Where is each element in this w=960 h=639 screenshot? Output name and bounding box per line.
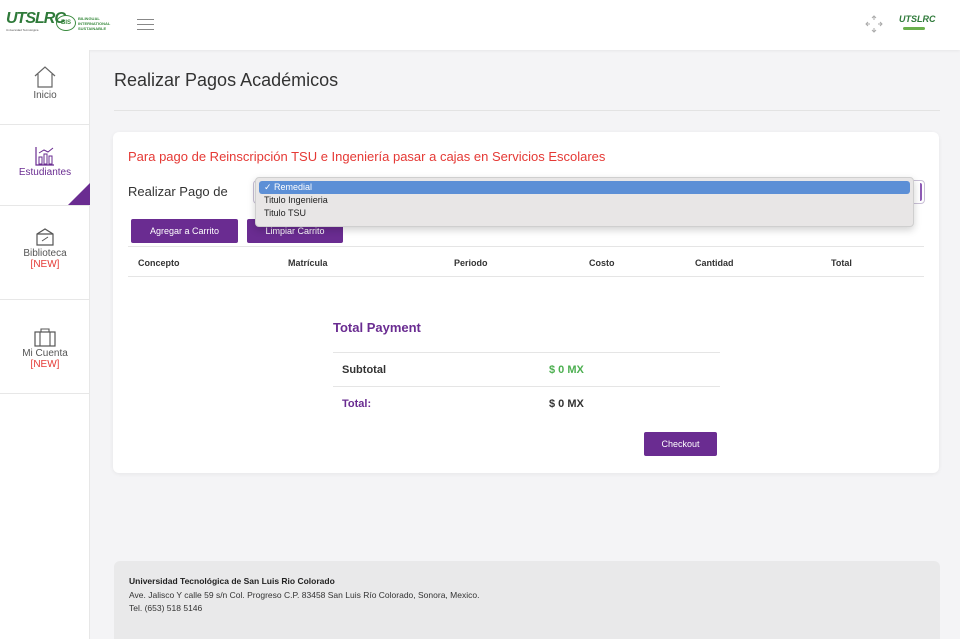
column-header: Cantidad <box>695 258 734 268</box>
dropdown-option-remedial[interactable]: ✓ Remedial <box>259 181 910 194</box>
user-logo-bar <box>903 27 925 30</box>
footer-phone: Tel. (653) 518 5146 <box>129 603 203 613</box>
sidebar-item-label: Estudiantes <box>18 167 72 178</box>
add-to-cart-button[interactable]: Agregar a Carrito <box>131 219 238 243</box>
sidebar-item-biblioteca[interactable]: Biblioteca [NEW] <box>0 206 90 300</box>
top-bar: UTSLRC Universidad Tecnológica BIS BILIN… <box>0 0 960 50</box>
utslrc-logo: UTSLRC Universidad Tecnológica <box>6 10 66 36</box>
footer-university: Universidad Tecnológica de San Luis Rio … <box>129 576 335 586</box>
sidebar-item-mi-cuenta[interactable]: Mi Cuenta [NEW] <box>0 300 90 394</box>
sidebar-item-label: Biblioteca <box>23 248 67 259</box>
new-badge: [NEW] <box>30 259 60 270</box>
bis-caption: BILINGUAL INTERNATIONAL SUSTAINABLE <box>78 15 111 31</box>
divider <box>114 110 940 111</box>
sidebar-item-inicio[interactable]: Inicio <box>0 50 90 125</box>
footer-address: Ave. Jalisco Y calle 59 s/n Col. Progres… <box>129 590 480 600</box>
sidebar-item-label: Inicio <box>33 90 57 101</box>
new-badge: [NEW] <box>30 359 60 370</box>
column-header: Matrícula <box>288 258 328 268</box>
select-label: Realizar Pago de <box>128 184 228 199</box>
page-title: Realizar Pagos Académicos <box>114 70 339 90</box>
menu-icon[interactable] <box>137 19 154 31</box>
cart-table-header: Concepto Matrícula Periodo Costo Cantida… <box>128 246 924 277</box>
university-logo[interactable]: UTSLRC Universidad Tecnológica BIS BILIN… <box>6 10 111 36</box>
total-label: Total: <box>342 398 372 410</box>
sidebar: Inicio Estudiantes Biblioteca [NEW] Mi C… <box>0 50 90 639</box>
briefcase-icon <box>34 328 56 347</box>
book-icon <box>36 228 54 246</box>
sidebar-item-label: Mi Cuenta <box>22 348 68 359</box>
dropdown-option-titulo-ingenieria[interactable]: Titulo Ingenieria <box>259 194 910 207</box>
subtotal-row: Subtotal $ 0 MX <box>333 352 720 386</box>
total-value: $ 0 MX <box>549 398 584 410</box>
column-header: Total <box>831 258 852 268</box>
column-header: Periodo <box>454 258 488 268</box>
footer: Universidad Tecnológica de San Luis Rio … <box>114 561 940 639</box>
total-payment-title: Total Payment <box>333 320 421 335</box>
logo-text: UTSLRC <box>6 10 66 27</box>
chart-icon <box>35 147 54 166</box>
column-header: Costo <box>589 258 615 268</box>
active-indicator <box>68 183 90 205</box>
expand-icon[interactable] <box>865 15 883 33</box>
dropdown-option-titulo-tsu[interactable]: Titulo TSU <box>259 207 910 220</box>
home-icon <box>34 66 56 88</box>
sidebar-item-estudiantes[interactable]: Estudiantes <box>0 125 90 206</box>
notice-text: Para pago de Reinscripción TSU e Ingenie… <box>128 149 606 164</box>
user-logo-text: UTSLRC <box>899 14 936 24</box>
logo-subtext: Universidad Tecnológica <box>6 28 39 32</box>
subtotal-value: $ 0 MX <box>549 364 584 376</box>
total-row: Total: $ 0 MX <box>333 386 720 420</box>
subtotal-label: Subtotal <box>342 364 386 376</box>
user-avatar[interactable]: UTSLRC <box>899 14 936 34</box>
checkout-button[interactable]: Checkout <box>644 432 717 456</box>
payment-type-dropdown: ✓ Remedial Titulo Ingenieria Titulo TSU <box>255 177 914 227</box>
column-header: Concepto <box>138 258 180 268</box>
